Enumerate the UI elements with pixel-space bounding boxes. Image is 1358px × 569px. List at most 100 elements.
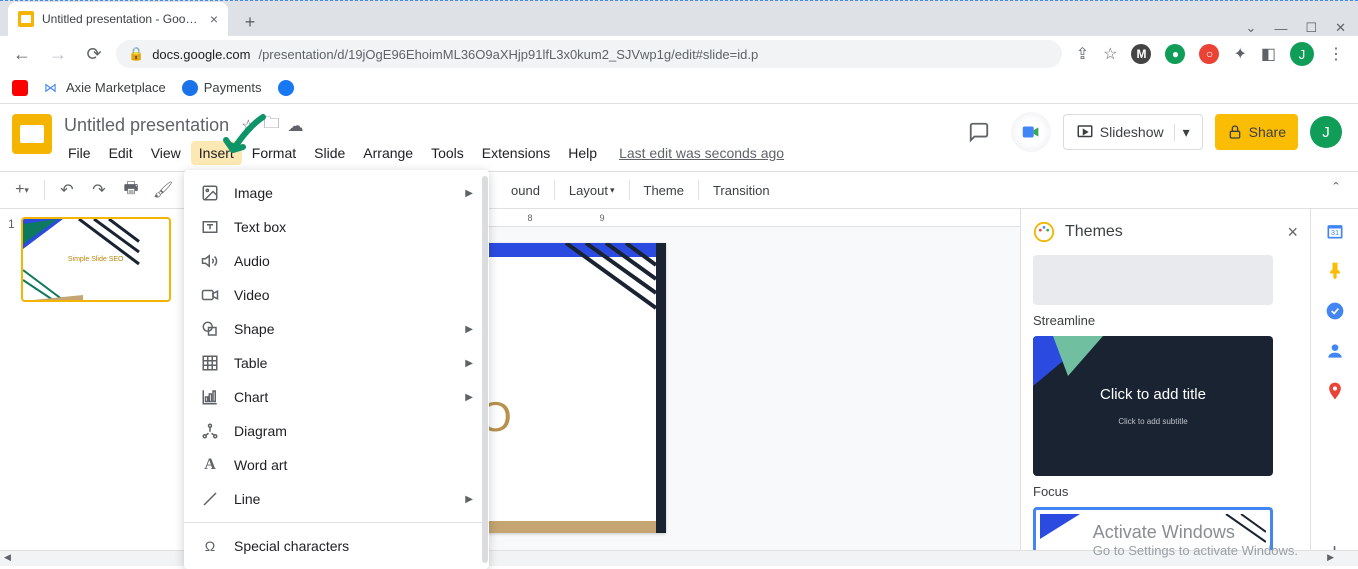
menu-file[interactable]: File bbox=[60, 141, 99, 165]
menu-edit[interactable]: Edit bbox=[101, 141, 141, 165]
chart-icon bbox=[200, 387, 220, 407]
comments-button[interactable] bbox=[959, 112, 999, 152]
submenu-arrow-icon: ▶ bbox=[465, 188, 473, 199]
theme-name-focus: Focus bbox=[1033, 484, 1298, 499]
theme-button[interactable]: Theme bbox=[638, 183, 690, 198]
windows-watermark: Activate Windows Go to Settings to activ… bbox=[1093, 522, 1298, 558]
account-avatar[interactable]: J bbox=[1310, 116, 1342, 148]
background-button[interactable]: ound bbox=[505, 183, 546, 198]
slideshow-button[interactable]: Slideshow ▾ bbox=[1063, 114, 1203, 150]
extension-icon-green[interactable]: ● bbox=[1165, 44, 1185, 64]
extension-icon-m[interactable]: M bbox=[1131, 44, 1151, 64]
meet-button[interactable] bbox=[1011, 112, 1051, 152]
transition-button[interactable]: Transition bbox=[707, 183, 776, 198]
redo-button[interactable]: ↷ bbox=[85, 176, 113, 204]
insert-shape[interactable]: Shape▶ bbox=[184, 312, 489, 346]
profile-avatar[interactable]: J bbox=[1290, 42, 1314, 66]
url-path: /presentation/d/19jOgE96EhoimML36O9aXHjp… bbox=[258, 47, 758, 62]
insert-table[interactable]: Table▶ bbox=[184, 346, 489, 380]
insert-wordart[interactable]: AWord art bbox=[184, 448, 489, 482]
slide-filmstrip: 1 Simple Slide SEO bbox=[0, 209, 186, 565]
reload-button[interactable]: ⟳ bbox=[80, 40, 108, 68]
menu-tools[interactable]: Tools bbox=[423, 141, 472, 165]
bookmark-payments[interactable]: Payments bbox=[182, 80, 262, 96]
bookmark-star-icon[interactable]: ☆ bbox=[1103, 44, 1117, 64]
slideshow-dropdown-icon[interactable]: ▾ bbox=[1174, 124, 1190, 141]
forward-button[interactable]: → bbox=[44, 40, 72, 68]
insert-special-characters[interactable]: ΩSpecial characters bbox=[184, 529, 489, 563]
window-controls: ⌄ — ☐ ✕ bbox=[1246, 20, 1358, 36]
browser-tab-strip: Untitled presentation - Google Sl × + ⌄ … bbox=[0, 0, 1358, 36]
chevron-down-icon[interactable]: ⌄ bbox=[1246, 20, 1257, 36]
slides-logo[interactable] bbox=[12, 114, 52, 154]
bookmark-youtube[interactable] bbox=[12, 80, 28, 96]
insert-line[interactable]: Line▶ bbox=[184, 482, 489, 516]
submenu-arrow-icon: ▶ bbox=[465, 392, 473, 403]
themes-panel-title: Themes bbox=[1065, 223, 1277, 241]
browser-tab[interactable]: Untitled presentation - Google Sl × bbox=[8, 2, 228, 36]
keep-icon[interactable] bbox=[1325, 261, 1345, 281]
layout-button[interactable]: Layout▾ bbox=[563, 183, 621, 198]
insert-image[interactable]: Image▶ bbox=[184, 176, 489, 210]
star-icon[interactable]: ☆ bbox=[241, 116, 255, 136]
extensions-icon[interactable]: ✦ bbox=[1233, 44, 1246, 64]
cloud-status-icon[interactable]: ☁ bbox=[287, 116, 303, 136]
share-button[interactable]: Share bbox=[1215, 114, 1298, 150]
menu-extensions[interactable]: Extensions bbox=[474, 141, 558, 165]
paint-format-button[interactable]: 🖌 bbox=[149, 176, 177, 204]
hide-menus-button[interactable]: ˆ bbox=[1322, 176, 1350, 204]
slide-thumbnail[interactable]: Simple Slide SEO bbox=[21, 217, 171, 302]
theme-preview-streamline[interactable]: Click to add title Click to add subtitle bbox=[1033, 336, 1273, 476]
chrome-menu-icon[interactable]: ⋮ bbox=[1328, 44, 1344, 64]
url-host: docs.google.com bbox=[152, 47, 250, 62]
bookmark-facebook[interactable] bbox=[278, 80, 294, 96]
menu-arrange[interactable]: Arrange bbox=[355, 141, 421, 165]
menu-slide[interactable]: Slide bbox=[306, 141, 353, 165]
theme-preview[interactable] bbox=[1033, 255, 1273, 305]
table-icon bbox=[200, 353, 220, 373]
print-button[interactable]: 🖶 bbox=[117, 176, 145, 204]
close-panel-icon[interactable]: × bbox=[1287, 222, 1298, 243]
lock-icon: 🔒 bbox=[128, 46, 144, 62]
menu-insert[interactable]: Insert bbox=[191, 141, 242, 165]
address-bar[interactable]: 🔒 docs.google.com/presentation/d/19jOgE9… bbox=[116, 40, 1062, 68]
insert-textbox[interactable]: Text box bbox=[184, 210, 489, 244]
dropdown-scrollbar[interactable] bbox=[482, 176, 488, 563]
svg-text:31: 31 bbox=[1330, 228, 1338, 237]
menu-help[interactable]: Help bbox=[560, 141, 605, 165]
menu-view[interactable]: View bbox=[143, 141, 189, 165]
close-tab-icon[interactable]: × bbox=[210, 11, 218, 27]
new-slide-button[interactable]: +▾ bbox=[8, 176, 36, 204]
line-icon bbox=[200, 489, 220, 509]
audio-icon bbox=[200, 251, 220, 271]
maximize-icon[interactable]: ☐ bbox=[1305, 20, 1317, 36]
browser-toolbar: ← → ⟳ 🔒 docs.google.com/presentation/d/1… bbox=[0, 36, 1358, 72]
insert-chart[interactable]: Chart▶ bbox=[184, 380, 489, 414]
insert-diagram[interactable]: Diagram bbox=[184, 414, 489, 448]
palette-icon bbox=[1033, 221, 1055, 243]
contacts-icon[interactable] bbox=[1325, 341, 1345, 361]
calendar-icon[interactable]: 31 bbox=[1325, 221, 1345, 241]
back-button[interactable]: ← bbox=[8, 40, 36, 68]
themes-panel: Themes × Streamline Click to add title C… bbox=[1020, 209, 1310, 565]
tasks-icon[interactable] bbox=[1325, 301, 1345, 321]
wordart-icon: A bbox=[200, 455, 220, 475]
move-icon[interactable]: 🗀 bbox=[263, 112, 279, 139]
insert-video[interactable]: Video bbox=[184, 278, 489, 312]
last-edit-link[interactable]: Last edit was seconds ago bbox=[619, 141, 784, 165]
menu-format[interactable]: Format bbox=[244, 141, 304, 165]
document-title[interactable]: Untitled presentation bbox=[60, 113, 233, 138]
close-window-icon[interactable]: ✕ bbox=[1335, 20, 1346, 36]
tab-title: Untitled presentation - Google Sl bbox=[42, 12, 202, 26]
slides-favicon bbox=[18, 11, 34, 27]
bookmark-axie[interactable]: ⋈Axie Marketplace bbox=[44, 80, 166, 96]
side-panel-icon[interactable]: ◧ bbox=[1261, 44, 1276, 64]
textbox-icon bbox=[200, 217, 220, 237]
minimize-icon[interactable]: — bbox=[1274, 21, 1287, 36]
extension-icon-red[interactable]: ○ bbox=[1199, 44, 1219, 64]
undo-button[interactable]: ↶ bbox=[53, 176, 81, 204]
new-tab-button[interactable]: + bbox=[236, 8, 264, 36]
maps-icon[interactable] bbox=[1325, 381, 1345, 401]
share-page-icon[interactable]: ⇪ bbox=[1076, 44, 1089, 64]
insert-audio[interactable]: Audio bbox=[184, 244, 489, 278]
